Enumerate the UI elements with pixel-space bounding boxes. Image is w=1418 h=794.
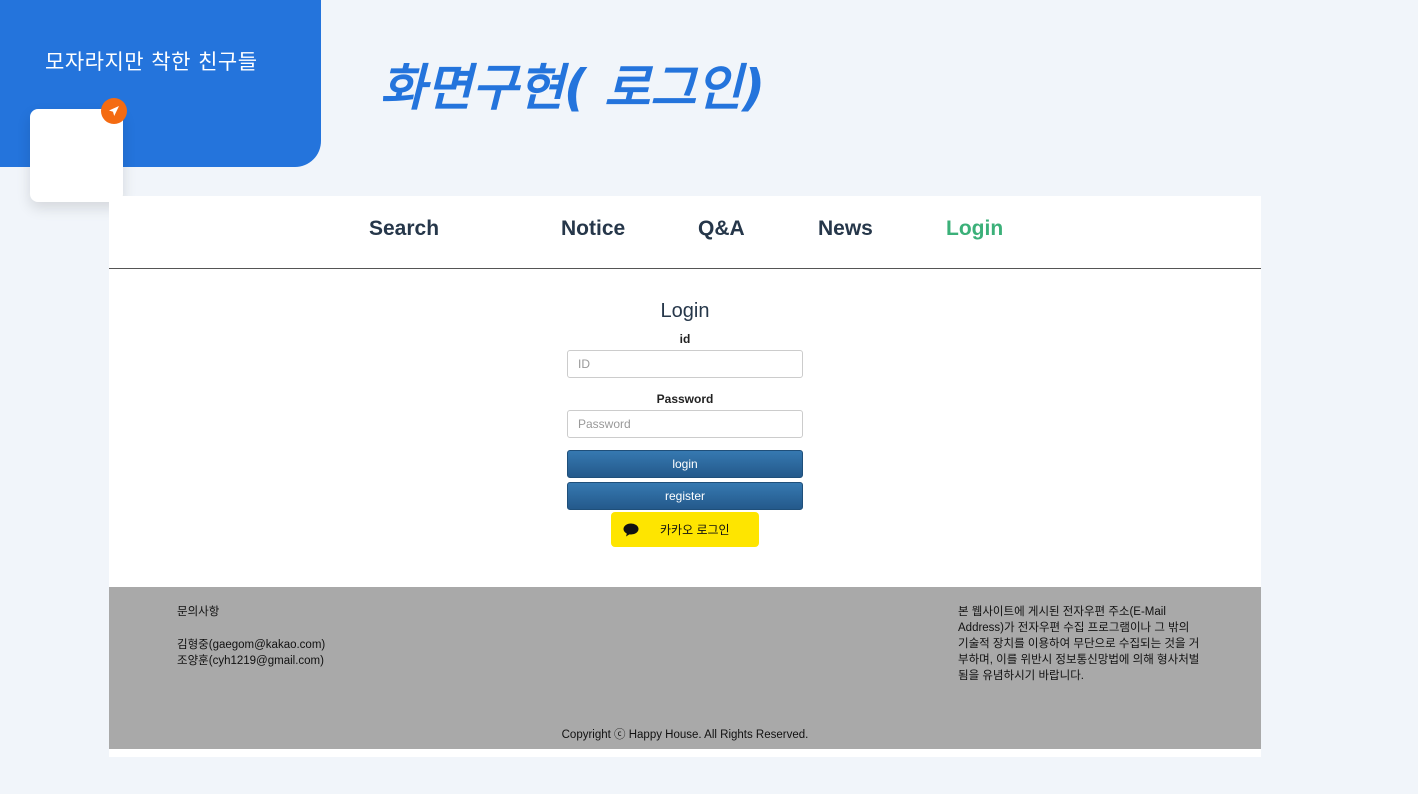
kakao-login-button[interactable]: 카카오 로그인 xyxy=(611,512,759,547)
kakao-login-label: 카카오 로그인 xyxy=(660,523,730,537)
footer: 문의사항 김형중(gaegom@kakao.com) 조양훈(cyh1219@g… xyxy=(109,587,1261,749)
nav-news[interactable]: News xyxy=(818,217,873,241)
contact-block: 문의사항 김형중(gaegom@kakao.com) 조양훈(cyh1219@g… xyxy=(177,604,325,669)
slide-title: 화면구현( 로그인) xyxy=(380,59,766,117)
top-nav: Search Notice Q&A News Login xyxy=(109,196,1261,269)
brand-title: 모자라지만 착한 친구들 xyxy=(45,50,258,74)
password-label: Password xyxy=(656,392,714,406)
nav-search[interactable]: Search xyxy=(369,217,439,241)
contact-item: 조양훈(cyh1219@gmail.com) xyxy=(177,655,324,667)
nav-login[interactable]: Login xyxy=(946,217,1003,241)
register-button[interactable]: register xyxy=(567,482,803,510)
contact-title: 문의사항 xyxy=(177,606,220,618)
login-form: Login id Password login register xyxy=(567,296,803,510)
login-button[interactable]: login xyxy=(567,450,803,478)
copyright: Copyright ⓒ Happy House. All Rights Rese… xyxy=(561,729,809,741)
id-label: id xyxy=(679,332,691,346)
send-icon xyxy=(101,98,127,124)
nav-notice[interactable]: Notice xyxy=(561,217,625,241)
password-input[interactable] xyxy=(567,410,803,438)
login-heading: Login xyxy=(660,300,710,322)
email-notice: 본 웹사이트에 게시된 전자우편 주소(E-Mail Address)가 전자우… xyxy=(958,606,1200,682)
id-input[interactable] xyxy=(567,350,803,378)
contact-item: 김형중(gaegom@kakao.com) xyxy=(177,639,326,651)
website-screenshot: Search Notice Q&A News Login Login id Pa… xyxy=(109,196,1261,757)
kakao-chat-icon xyxy=(623,523,639,536)
nav-qna[interactable]: Q&A xyxy=(698,217,745,241)
paper-plane-icon xyxy=(109,106,119,116)
